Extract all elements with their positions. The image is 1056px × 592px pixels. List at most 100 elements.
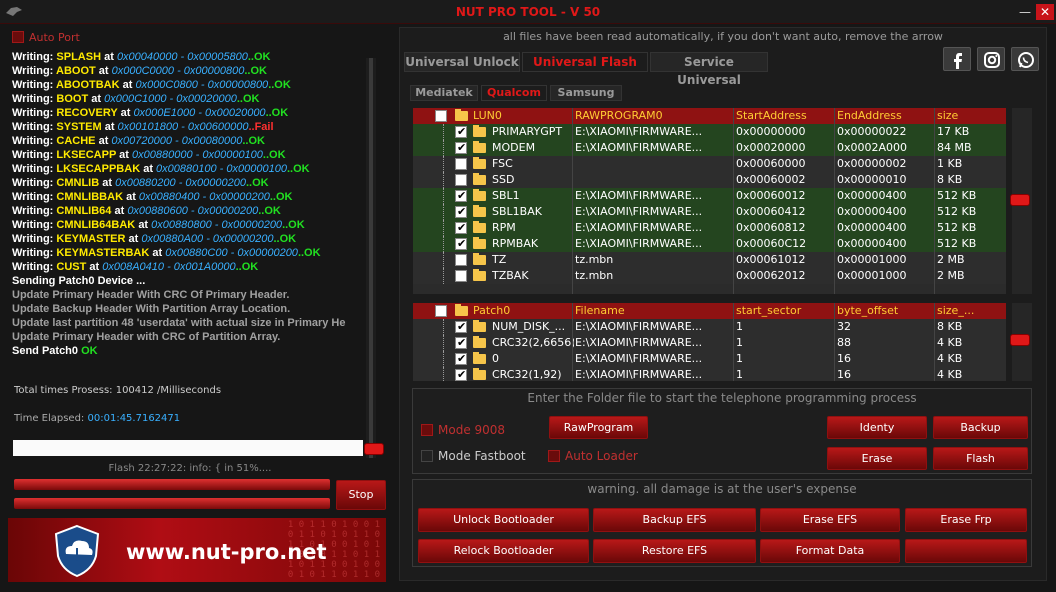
backup-button[interactable]: Backup [933,416,1028,439]
table-cell: CRC32(1,92) [492,368,562,381]
erase-frp-button[interactable]: Erase Frp [905,508,1027,532]
log-scroll-thumb[interactable] [364,443,384,455]
table-row[interactable]: TZ tz.mbn 0x00061012 0x00001000 2 MB [413,252,1006,268]
minimize-button[interactable]: — [1016,4,1034,20]
table-row[interactable]: PRIMARYGPT E:\XIAOMI\FIRMWARE... 0x0000000… [413,124,1006,140]
empty-action-button[interactable] [905,539,1027,563]
log-segment: Writing: [12,261,57,273]
row-checkbox[interactable] [455,125,467,138]
table-cell: 1 [736,336,743,349]
log-segment: at [98,65,112,77]
facebook-icon [954,53,962,69]
table-cell: 4 KB [937,368,963,381]
log-line: Writing: KEYMASTER at 0x00880A00 - 0x000… [12,232,364,246]
table-row[interactable]: MODEM E:\XIAOMI\FIRMWARE... 0x00020000 0x00… [413,140,1006,156]
row-checkbox[interactable] [455,174,467,186]
row-checkbox[interactable] [455,320,467,333]
mode-fastboot-option[interactable]: Mode Fastboot [421,449,526,463]
folder-icon [473,237,486,249]
row-checkbox[interactable] [455,189,467,202]
table-row[interactable]: NUM_DISK_... E:\XIAOMI\FIRMWARE... 1 32 8 KB [413,319,1006,335]
table-cell: 0x00062012 [736,269,806,282]
row-checkbox[interactable] [455,368,467,381]
tab-service-universal[interactable]: Service Universal [650,52,768,87]
column-divider [572,108,573,294]
table-row[interactable]: RPM E:\XIAOMI\FIRMWARE... 0x00060812 0x0000… [413,220,1006,236]
log-segment: RECOVERY [56,107,121,119]
table-row[interactable]: TZBAK tz.mbn 0x00062012 0x00001000 2 MB [413,268,1006,284]
stop-button[interactable]: Stop [336,480,386,510]
tab-universal-unlock[interactable]: Universal Unlock [404,52,520,72]
row-checkbox[interactable] [455,270,467,282]
log-segment: ..OK [245,177,269,189]
log-segment: CMNLIB64BAK [56,219,139,231]
select-all-checkbox[interactable] [435,110,447,122]
erase-efs-button[interactable]: Erase EFS [760,508,900,532]
relock-bootloader-button[interactable]: Relock Bootloader [418,539,589,563]
select-all-checkbox[interactable] [435,305,447,317]
log-segment: ..OK [265,107,289,119]
auto-port-checkbox[interactable]: Auto Port [12,31,80,44]
table-cell: 8 KB [937,320,963,333]
tree-line [443,351,444,367]
row-checkbox[interactable] [455,141,467,154]
table-row[interactable]: 0 E:\XIAOMI\FIRMWARE... 1 16 4 KB [413,351,1006,367]
subtab-qualcom[interactable]: Qualcom [481,85,547,101]
facebook-button[interactable] [943,47,971,71]
row-checkbox[interactable] [455,352,467,365]
erase-button[interactable]: Erase [827,447,927,470]
table-row[interactable]: CRC32(1,92) E:\XIAOMI\FIRMWARE... 1 16 4 KB [413,367,1006,381]
close-button[interactable]: ✕ [1036,4,1054,20]
log-segment: 0x00101800 - 0x00600000 [117,121,249,133]
table-cell: FSC [492,157,513,170]
whatsapp-button[interactable] [1011,47,1039,71]
flash-button[interactable]: Flash [933,447,1028,470]
folder-icon [473,352,486,364]
row-checkbox[interactable] [455,205,467,218]
log-hscrollbar[interactable] [13,440,363,456]
log-segment: ..Fail [248,121,274,133]
row-checkbox[interactable] [455,254,467,266]
identy-button[interactable]: Identy [827,416,927,439]
subtab-mediatek[interactable]: Mediatek [410,85,478,101]
table-cell: tz.mbn [575,253,614,266]
column-divider [934,303,935,381]
log-scrollbar[interactable] [366,58,376,458]
row-checkbox[interactable] [455,237,467,250]
subtab-samsung[interactable]: Samsung [550,85,622,101]
log-segment: Writing: [12,135,57,147]
mode-9008-option[interactable]: Mode 9008 [421,423,505,437]
row-checkbox[interactable] [455,221,467,234]
log-segment: at [152,247,166,259]
row-checkbox[interactable] [455,336,467,349]
folder-icon [473,336,486,348]
log-line: Sending Patch0 Device ... [12,274,364,288]
backup-efs-button[interactable]: Backup EFS [593,508,756,532]
tab-universal-flash[interactable]: Universal Flash [522,52,648,72]
log-segment: Writing: [12,247,57,259]
restore-efs-button[interactable]: Restore EFS [593,539,756,563]
table-row[interactable]: CRC32(2,6656)E:\XIAOMI\FIRMWARE... 1 88 4 K… [413,335,1006,351]
format-data-button[interactable]: Format Data [760,539,900,563]
log-segment: CMNLIB [56,177,103,189]
row-checkbox[interactable] [455,158,467,170]
table-cell: 0x00000022 [837,125,907,138]
log-segment: ..OK [273,233,297,245]
column-header: EndAddress [837,109,902,122]
rawprogram-button[interactable]: RawProgram [549,416,648,439]
warning-section-title: warning. all damage is at the user's exp… [587,482,857,496]
patch-table-scroll-thumb[interactable] [1010,334,1030,346]
table-row[interactable]: FSC 0x00060000 0x00000002 1 KB [413,156,1006,172]
auto-loader-checkbox[interactable]: Auto Loader [548,449,638,463]
table-row[interactable]: SBL1BAK E:\XIAOMI\FIRMWARE... 0x00060412 0x… [413,204,1006,220]
instagram-button[interactable] [977,47,1005,71]
log-segment: ABOOTBAK [56,79,123,91]
log-segment: Writing: [12,219,57,231]
log-line: Update last partition 48 'userdata' with… [12,316,364,330]
unlock-bootloader-button[interactable]: Unlock Bootloader [418,508,589,532]
table-row[interactable]: SSD 0x00060002 0x00000010 8 KB [413,172,1006,188]
table-row[interactable]: SBL1 E:\XIAOMI\FIRMWARE... 0x00060012 0x000… [413,188,1006,204]
partition-table-scroll-thumb[interactable] [1010,194,1030,206]
table-row[interactable]: RPMBAK E:\XIAOMI\FIRMWARE... 0x00060C12 0x0… [413,236,1006,252]
column-header: size [937,109,959,122]
